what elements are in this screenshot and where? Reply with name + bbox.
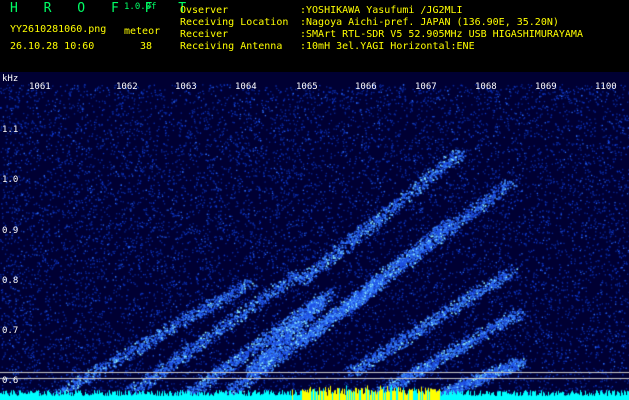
location-value: :Nagoya Aichi-pref. JAPAN (136.90E, 35.2…	[300, 17, 559, 28]
x-tick-1069: 1069	[535, 82, 557, 92]
header-panel: H R O F F T 1.0.0f YY2610281060.png mete…	[0, 0, 629, 72]
x-tick-1068: 1068	[475, 82, 497, 92]
file-name: YY2610281060.png	[10, 24, 107, 35]
receiver-value: :SMArt RTL-SDR V5 52.905MHz USB HIGASHIM…	[300, 29, 583, 40]
x-tick-1066: 1066	[355, 82, 377, 92]
receiver-label: Receiver	[180, 29, 229, 40]
x-tick-1100: 1100	[595, 82, 617, 92]
meteor-count: 38	[140, 41, 153, 52]
x-tick-1067: 1067	[415, 82, 437, 92]
observer-label: Ovserver	[180, 5, 229, 16]
location-label: Receiving Location	[180, 17, 289, 28]
version-label: 1.0.0f	[124, 2, 157, 12]
x-tick-1064: 1064	[235, 82, 257, 92]
x-tick-1062: 1062	[116, 82, 138, 92]
datetime-label: 26.10.28 10:60	[10, 41, 95, 52]
x-tick-1065: 1065	[296, 82, 318, 92]
y-tick-1-1: 1.1	[2, 125, 19, 135]
antenna-label: Receiving Antenna	[180, 41, 283, 52]
khz-unit-label: kHz	[2, 74, 19, 84]
y-tick-0-6: 0.6	[2, 376, 19, 386]
y-tick-0-8: 0.8	[2, 276, 19, 286]
y-tick-0-9: 0.9	[2, 226, 19, 236]
spectrogram-canvas	[0, 72, 629, 400]
category-label: meteor	[124, 26, 161, 37]
x-tick-1061: 1061	[29, 82, 51, 92]
app-title: H R O F F T	[10, 1, 196, 16]
antenna-value: :10mH 3el.YAGI Horizontal:ENE	[300, 41, 475, 52]
y-tick-1-0: 1.0	[2, 175, 19, 185]
x-tick-1063: 1063	[175, 82, 197, 92]
observer-value: :YOSHIKAWA Yasufumi /JG2MLI	[300, 5, 463, 16]
y-tick-0-7: 0.7	[2, 326, 19, 336]
